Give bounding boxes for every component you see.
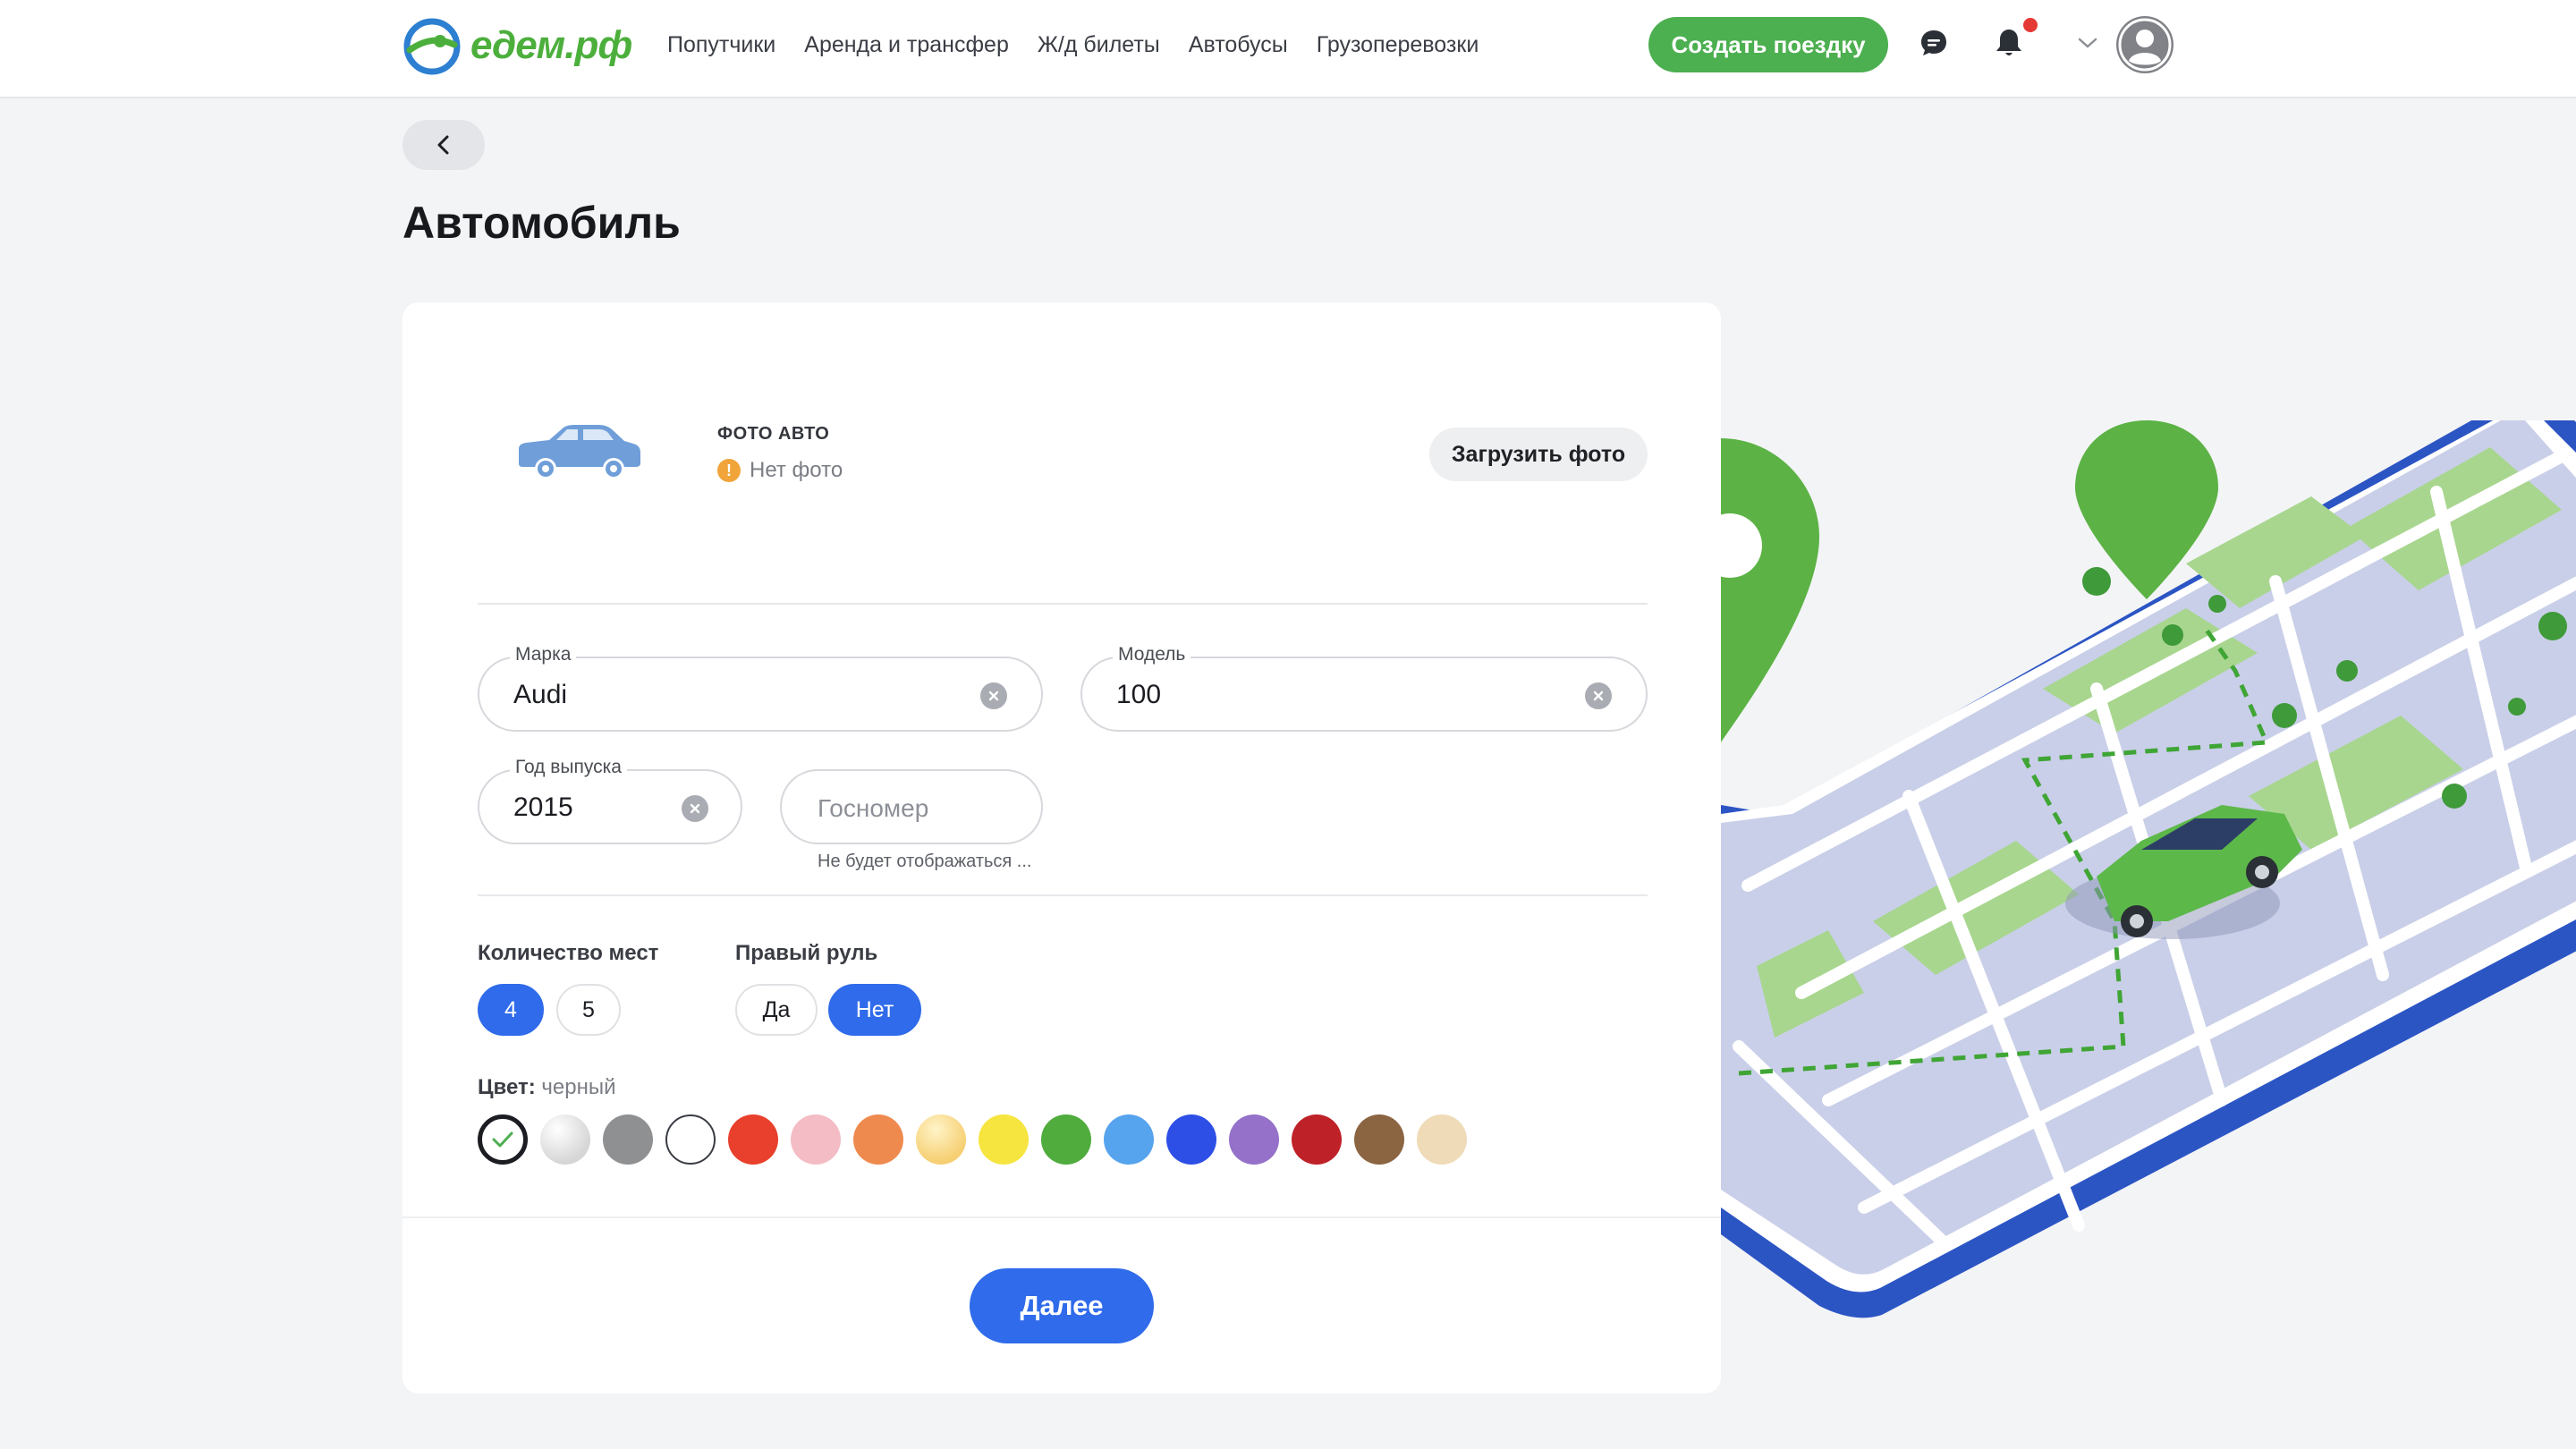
car-form-card: ФОТО АВТО ! Нет фото Загрузить фото Марк… bbox=[402, 302, 1721, 1394]
plate-number-input[interactable]: Госномер bbox=[780, 769, 1043, 844]
brand-label: Марка bbox=[510, 644, 577, 665]
year-label: Год выпуска bbox=[510, 757, 627, 778]
color-swatch[interactable] bbox=[665, 1114, 716, 1165]
right-wheel-no[interactable]: Нет bbox=[828, 984, 921, 1036]
color-swatch[interactable] bbox=[853, 1114, 903, 1165]
right-wheel-label: Правый руль bbox=[735, 941, 878, 965]
divider bbox=[478, 603, 1648, 605]
color-swatch[interactable] bbox=[478, 1114, 528, 1165]
color-swatch[interactable] bbox=[1417, 1114, 1467, 1165]
nav-item-poputchiki[interactable]: Попутчики bbox=[667, 32, 775, 58]
warning-icon: ! bbox=[717, 459, 741, 482]
back-button[interactable] bbox=[402, 120, 485, 170]
chevron-down-icon[interactable] bbox=[2068, 23, 2107, 63]
brand-value: Audi bbox=[513, 680, 568, 709]
next-button[interactable]: Далее bbox=[970, 1268, 1154, 1343]
main-nav: Попутчики Аренда и трансфер Ж/д билеты А… bbox=[667, 0, 1479, 89]
nav-item-rent-transfer[interactable]: Аренда и трансфер bbox=[804, 32, 1009, 58]
photo-status: ! Нет фото bbox=[717, 458, 843, 483]
clear-icon[interactable] bbox=[682, 795, 708, 822]
brand-field[interactable]: Марка Audi bbox=[478, 644, 1043, 732]
color-value: черный bbox=[541, 1075, 616, 1099]
car-placeholder-icon bbox=[519, 425, 640, 479]
model-field[interactable]: Модель 100 bbox=[1080, 644, 1648, 732]
color-swatch[interactable] bbox=[1104, 1114, 1154, 1165]
color-label-key: Цвет: bbox=[478, 1075, 536, 1099]
color-swatch[interactable] bbox=[791, 1114, 841, 1165]
clear-icon[interactable] bbox=[980, 682, 1007, 709]
notification-dot bbox=[2023, 18, 2038, 32]
page-title: Автомобиль bbox=[402, 198, 681, 248]
color-swatch[interactable] bbox=[1041, 1114, 1091, 1165]
site-logo[interactable]: едем.рф bbox=[401, 14, 651, 77]
color-swatch[interactable] bbox=[1354, 1114, 1404, 1165]
user-icon bbox=[2118, 18, 2172, 72]
create-trip-button[interactable]: Создать поездку bbox=[1648, 17, 1888, 72]
model-label: Модель bbox=[1113, 644, 1191, 665]
logo-text: едем.рф bbox=[470, 23, 632, 67]
checkmark-icon bbox=[492, 1131, 513, 1148]
year-field[interactable]: Год выпуска 2015 bbox=[478, 757, 742, 844]
color-swatch[interactable] bbox=[1229, 1114, 1279, 1165]
plate-placeholder: Госномер bbox=[818, 794, 929, 822]
nav-item-cargo[interactable]: Грузоперевозки bbox=[1317, 32, 1479, 58]
plate-hint: Не будет отображаться ... bbox=[818, 852, 1032, 871]
color-swatch[interactable] bbox=[1166, 1114, 1216, 1165]
bell-icon[interactable] bbox=[1989, 23, 2029, 63]
seats-option-4[interactable]: 4 bbox=[478, 984, 544, 1036]
model-value: 100 bbox=[1116, 680, 1162, 709]
avatar[interactable] bbox=[2116, 16, 2174, 73]
color-swatch[interactable] bbox=[728, 1114, 778, 1165]
seats-label: Количество мест bbox=[478, 941, 659, 965]
footer-divider bbox=[402, 1216, 1721, 1218]
color-swatch[interactable] bbox=[979, 1114, 1029, 1165]
color-swatch[interactable] bbox=[540, 1114, 590, 1165]
color-label: Цвет: черный bbox=[478, 1075, 616, 1100]
seats-option-5[interactable]: 5 bbox=[556, 984, 621, 1036]
color-swatches bbox=[478, 1114, 1467, 1165]
right-wheel-yes[interactable]: Да bbox=[735, 984, 818, 1036]
upload-photo-button[interactable]: Загрузить фото bbox=[1429, 428, 1648, 481]
year-value: 2015 bbox=[513, 792, 573, 822]
color-swatch[interactable] bbox=[916, 1114, 966, 1165]
divider bbox=[478, 894, 1648, 896]
top-header: едем.рф Попутчики Аренда и трансфер Ж/д … bbox=[0, 0, 2576, 98]
color-swatch[interactable] bbox=[603, 1114, 653, 1165]
nav-item-buses[interactable]: Автобусы bbox=[1189, 32, 1288, 58]
photo-section-title: ФОТО АВТО bbox=[717, 424, 830, 444]
logo-icon bbox=[403, 18, 461, 75]
map-phone-illustration bbox=[1721, 420, 2576, 1318]
clear-icon[interactable] bbox=[1585, 682, 1612, 709]
chat-icon[interactable] bbox=[1914, 23, 1953, 63]
nav-item-train-tickets[interactable]: Ж/д билеты bbox=[1038, 32, 1160, 58]
chevron-left-icon bbox=[437, 135, 449, 155]
color-swatch[interactable] bbox=[1292, 1114, 1342, 1165]
photo-status-text: Нет фото bbox=[750, 458, 843, 482]
